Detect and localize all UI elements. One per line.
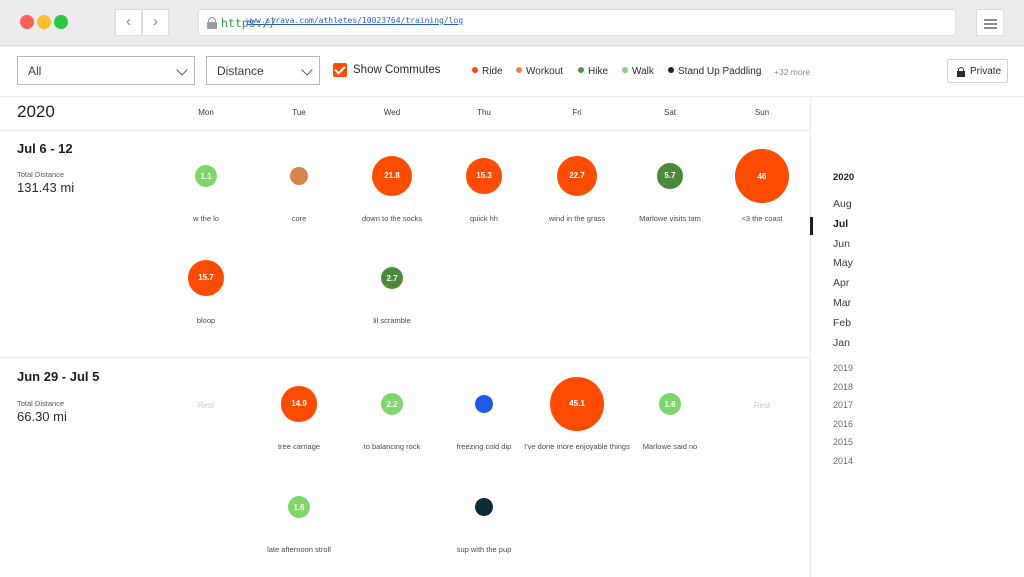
- back-button[interactable]: ‹: [115, 9, 142, 36]
- total-distance-label: Total Distance: [17, 170, 65, 179]
- activity-bubble[interactable]: [290, 167, 308, 185]
- activity-bubble[interactable]: 1.6: [288, 496, 310, 518]
- activity-bubble[interactable]: 2.2: [381, 393, 403, 415]
- sidebar-month-apr[interactable]: Apr: [833, 277, 849, 289]
- private-button[interactable]: Private: [947, 59, 1008, 83]
- week-title[interactable]: Jul 6 - 12: [17, 141, 73, 156]
- legend-item-walk[interactable]: Walk: [622, 66, 654, 77]
- sidebar-year-2014[interactable]: 2014: [833, 456, 853, 466]
- activity-bubble[interactable]: 14.9: [281, 386, 317, 422]
- chevron-down-icon: [301, 64, 313, 76]
- activity-bubble[interactable]: [475, 498, 493, 516]
- show-commutes-label[interactable]: Show Commutes: [353, 64, 441, 76]
- metric-filter-select[interactable]: Distance: [206, 56, 320, 85]
- day-header-fri: Fri: [572, 108, 582, 117]
- chevron-right-icon: ›: [153, 13, 158, 30]
- more-sports-link[interactable]: +32 more: [774, 67, 810, 77]
- sidebar-year-2018[interactable]: 2018: [833, 382, 853, 392]
- legend-item-workout[interactable]: Workout: [516, 66, 563, 77]
- sidebar-month-mar[interactable]: Mar: [833, 297, 851, 309]
- date-sidebar: 2020 Aug Jul Jun May Apr Mar Feb Jan 2019 2018 201…: [810, 98, 1024, 577]
- forward-button[interactable]: ›: [142, 9, 169, 36]
- legend-dot: [472, 67, 478, 73]
- url-text: https://www.strava.com/athletes/10023764…: [221, 16, 464, 30]
- legend-dot: [516, 67, 522, 73]
- sidebar-month-jun[interactable]: Jun: [833, 238, 850, 250]
- sidebar-year-2017[interactable]: 2017: [833, 400, 853, 410]
- total-distance-label: Total Distance: [17, 399, 65, 408]
- sport-filter-select[interactable]: All: [17, 56, 195, 85]
- activity-bubble[interactable]: 46: [735, 149, 789, 203]
- day-header-sun: Sun: [754, 108, 770, 117]
- browser-chrome: ‹ › https://www.strava.com/athletes/1002…: [0, 0, 1024, 46]
- activity-bubble[interactable]: 45.1: [550, 377, 604, 431]
- activity-bubble[interactable]: 1.6: [659, 393, 681, 415]
- legend-item-hike[interactable]: Hike: [578, 66, 608, 77]
- legend-dot: [622, 67, 628, 73]
- day-header-mon: Mon: [198, 108, 214, 117]
- activity-name[interactable]: <3 the coast: [707, 214, 817, 224]
- day-header-thu: Thu: [477, 108, 491, 117]
- activity-name[interactable]: bloop: [151, 316, 261, 326]
- sidebar-year-2019[interactable]: 2019: [833, 363, 853, 373]
- address-bar[interactable]: https://www.strava.com/athletes/10023764…: [198, 9, 956, 36]
- legend-item-stand-up-paddling[interactable]: Stand Up Paddling: [668, 66, 761, 77]
- activity-bubble[interactable]: 2.7: [381, 267, 403, 289]
- total-distance-value: 66.30 mi: [17, 409, 67, 424]
- day-header-sat: Sat: [663, 108, 676, 117]
- week-title[interactable]: Jun 29 - Jul 5: [17, 369, 99, 384]
- legend-dot: [668, 67, 674, 73]
- activity-bubble[interactable]: 1.1: [195, 165, 217, 187]
- private-label: Private: [970, 66, 1002, 77]
- lock-icon: [207, 17, 217, 29]
- legend-label: Walk: [632, 66, 654, 77]
- legend-label: Hike: [588, 66, 609, 77]
- sidebar-month-jan[interactable]: Jan: [833, 337, 850, 349]
- activity-bubble[interactable]: 5.7: [657, 163, 683, 189]
- lock-icon: [957, 67, 965, 77]
- active-month-marker: [810, 217, 813, 235]
- divider: [0, 130, 810, 131]
- activity-name[interactable]: lil scramble: [337, 316, 447, 326]
- sidebar-year-2015[interactable]: 2015: [833, 437, 853, 447]
- legend-label: Ride: [482, 66, 503, 77]
- activity-name[interactable]: Marlowe said no: [615, 442, 725, 452]
- training-log: 2020 Jul 6 - 12 Total Distance 131.43 mi…: [0, 98, 810, 577]
- show-commutes-checkbox[interactable]: [333, 63, 347, 77]
- sidebar-month-feb[interactable]: Feb: [833, 317, 851, 329]
- activity-bubble[interactable]: 22.7: [556, 155, 598, 197]
- activity-bubble[interactable]: 15.3: [466, 158, 502, 194]
- activity-bubble[interactable]: 21.8: [371, 155, 413, 197]
- activity-name[interactable]: late afternoon stroll: [244, 545, 354, 555]
- rest-day-label: Rest: [197, 401, 215, 410]
- log-year-title: 2020: [17, 102, 55, 121]
- sidebar-month-may[interactable]: May: [833, 257, 853, 269]
- chevron-down-icon: [176, 64, 188, 76]
- rest-day-label: Rest: [753, 401, 771, 410]
- divider: [0, 357, 810, 358]
- activity-bubble[interactable]: 15.7: [188, 260, 224, 296]
- legend-item-ride[interactable]: Ride: [472, 66, 503, 77]
- sidebar-month-aug[interactable]: Aug: [833, 198, 852, 210]
- minimize-window-dot[interactable]: [37, 15, 51, 29]
- sidebar-month-jul[interactable]: Jul: [833, 218, 848, 230]
- close-window-dot[interactable]: [20, 15, 34, 29]
- legend-label: Stand Up Paddling: [678, 66, 762, 77]
- filter-toolbar: All Distance Show Commutes Ride Workout Hi…: [0, 47, 1024, 97]
- activity-name[interactable]: sup with the pup: [429, 545, 539, 555]
- chevron-left-icon: ‹: [126, 13, 131, 30]
- day-header-tue: Tue: [292, 108, 306, 117]
- browser-settings-button[interactable]: [976, 9, 1004, 36]
- metric-filter-value: Distance: [217, 64, 264, 78]
- sidebar-year-2016[interactable]: 2016: [833, 419, 853, 429]
- sidebar-current-year[interactable]: 2020: [833, 172, 854, 183]
- legend-dot: [578, 67, 584, 73]
- activity-bubble[interactable]: [475, 395, 493, 413]
- training-log-page: All Distance Show Commutes Ride Workout Hi…: [0, 47, 1024, 577]
- sport-filter-value: All: [28, 64, 42, 78]
- maximize-window-dot[interactable]: [54, 15, 68, 29]
- legend-label: Workout: [526, 66, 564, 77]
- total-distance-value: 131.43 mi: [17, 180, 75, 195]
- day-header-wed: Wed: [383, 108, 401, 117]
